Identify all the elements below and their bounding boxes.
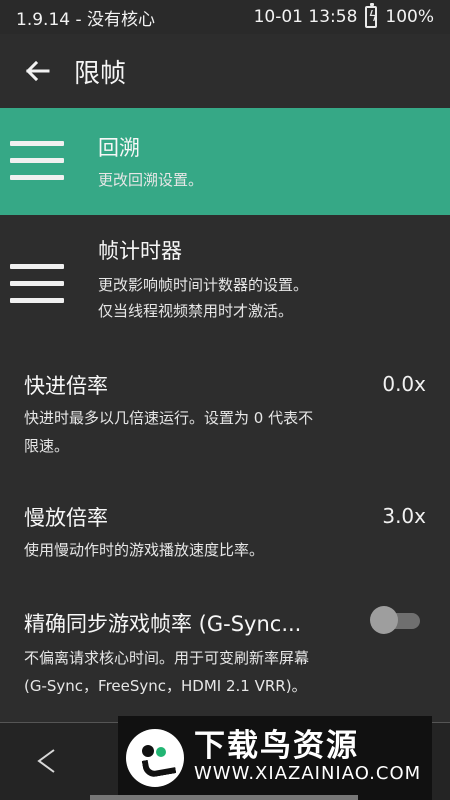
- status-time: 10-01 13:58: [253, 7, 358, 27]
- app-bar: 限帧: [0, 34, 450, 108]
- watermark-badge: 下载鸟资源 WWW.XIAZAINIAO.COM: [118, 716, 432, 800]
- slow-motion-value: 3.0x: [382, 504, 426, 528]
- menu-icon: [10, 264, 64, 308]
- menu-icon: [10, 141, 64, 185]
- menu-item-frame-timer[interactable]: 帧计时器 更改影响帧时间计数器的设置。 仅当线程视频禁用时才激活。: [0, 215, 450, 336]
- sync-setting[interactable]: 精确同步游戏帧率 (G-Sync... 不偏离请求核心时间。用于可变刷新率屏幕 …: [0, 584, 450, 718]
- sync-desc-1: 不偏离请求核心时间。用于可变刷新率屏幕: [24, 649, 310, 667]
- toggle-thumb: [370, 606, 398, 634]
- logo-icon: [126, 729, 184, 787]
- sync-desc-2: (G-Sync，FreeSync，HDMI 2.1 VRR)。: [24, 677, 307, 695]
- sync-title: 精确同步游戏帧率 (G-Sync...: [24, 612, 302, 636]
- menu-item-rewind[interactable]: 回溯 更改回溯设置。: [0, 108, 450, 215]
- fast-forward-setting[interactable]: 快进倍率 0.0x 快进时最多以几倍速运行。设置为 0 代表不 限速。: [0, 336, 450, 464]
- status-bar: 1.9.14 - 没有核心 10-01 13:58 ϟ 100%: [0, 0, 450, 34]
- triangle-back-icon[interactable]: [32, 747, 60, 775]
- frame-timer-subtitle-1: 更改影响帧时间计数器的设置。: [98, 276, 309, 294]
- watermark-text: 下载鸟资源 WWW.XIAZAINIAO.COM: [194, 730, 421, 786]
- back-button[interactable]: [22, 56, 52, 86]
- status-left-text: 1.9.14 - 没有核心: [16, 9, 156, 30]
- arrow-left-icon: [25, 60, 50, 82]
- page-title: 限帧: [74, 58, 127, 89]
- status-right: 10-01 13:58 ϟ 100%: [253, 3, 434, 28]
- sync-toggle[interactable]: [370, 606, 424, 634]
- frame-timer-subtitle-2: 仅当线程视频禁用时才激活。: [98, 302, 294, 320]
- fast-forward-value: 0.0x: [382, 372, 426, 396]
- fast-forward-desc-1: 快进时最多以几倍速运行。设置为 0 代表不: [24, 409, 314, 427]
- fast-forward-title: 快进倍率: [24, 374, 108, 398]
- fast-forward-desc-2: 限速。: [24, 437, 70, 455]
- home-indicator: [90, 795, 358, 800]
- rewind-title: 回溯: [98, 136, 140, 160]
- rewind-subtitle: 更改回溯设置。: [98, 171, 204, 189]
- watermark-url: WWW.XIAZAINIAO.COM: [194, 763, 422, 784]
- slow-motion-setting[interactable]: 慢放倍率 3.0x 使用慢动作时的游戏播放速度比率。: [0, 464, 450, 584]
- frame-timer-title: 帧计时器: [98, 239, 182, 263]
- battery-percent: 100%: [385, 7, 434, 27]
- slow-motion-title: 慢放倍率: [24, 506, 108, 530]
- battery-icon: ϟ: [365, 3, 378, 28]
- slow-motion-desc: 使用慢动作时的游戏播放速度比率。: [24, 541, 265, 559]
- watermark-title: 下载鸟资源: [194, 728, 359, 764]
